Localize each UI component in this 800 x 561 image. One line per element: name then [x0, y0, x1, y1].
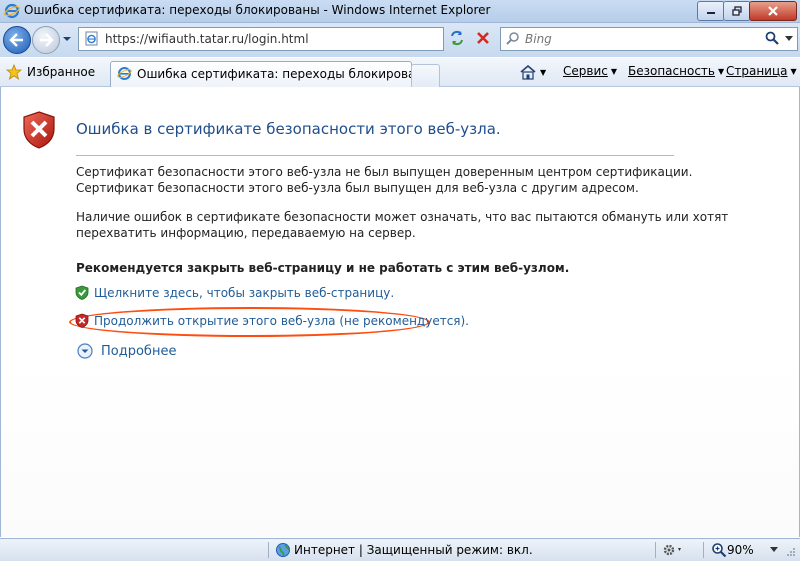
window-title: Ошибка сертификата: переходы блокированы… — [24, 3, 491, 17]
minimize-button[interactable] — [697, 1, 725, 21]
zoom-icon[interactable] — [711, 542, 727, 558]
stop-button[interactable] — [472, 27, 494, 49]
search-provider-icon — [506, 32, 519, 45]
new-tab-button[interactable] — [411, 64, 440, 87]
stop-x-icon — [477, 32, 489, 44]
refresh-button[interactable] — [446, 27, 468, 49]
internet-globe-icon — [276, 543, 290, 557]
tab-current[interactable]: Ошибка сертификата: переходы блокированы — [110, 61, 433, 87]
search-icon[interactable] — [765, 31, 779, 45]
red-shield-x-icon — [75, 313, 89, 328]
page-tab-icon — [117, 67, 132, 80]
restore-button[interactable] — [723, 1, 751, 21]
status-divider — [703, 542, 704, 558]
restore-icon — [732, 6, 742, 16]
continue-row: Продолжить открытие этого веб-узла (не р… — [75, 313, 469, 328]
service-chevron-down-icon: ▼ — [610, 66, 618, 76]
error-shield-icon — [23, 111, 55, 149]
home-chevron-down-icon: ▼ — [540, 67, 547, 77]
status-bar: Интернет | Защищенный режим: вкл. 90% — [0, 538, 800, 561]
title-bar: Ошибка сертификата: переходы блокированы… — [0, 0, 800, 23]
security-label: Безопасность — [628, 64, 715, 78]
certificate-description: Сертификат безопасности этого веб-узла н… — [76, 165, 692, 196]
page-content: Ошибка в сертификате безопасности этого … — [0, 87, 800, 537]
security-zone-text[interactable]: Интернет | Защищенный режим: вкл. — [294, 543, 533, 557]
page-icon — [85, 31, 98, 46]
more-info-link[interactable]: Подробнее — [101, 344, 176, 359]
page-chevron-down-icon: ▼ — [790, 66, 797, 76]
security-menu[interactable]: Безопасность ▼ — [628, 64, 724, 78]
tab-title: Ошибка сертификата: переходы блокированы — [137, 67, 433, 81]
security-chevron-down-icon: ▼ — [717, 66, 725, 76]
favorites-label: Избранное — [27, 65, 96, 79]
zoom-chevron-down-icon[interactable] — [770, 547, 778, 553]
back-button[interactable] — [3, 26, 31, 54]
page-menu[interactable]: Страница ▼ — [726, 64, 797, 78]
continue-link[interactable]: Продолжить открытие этого веб-узла (не р… — [94, 314, 469, 328]
address-bar[interactable]: https://wifiauth.tatar.ru/login.html — [78, 27, 517, 51]
home-button[interactable]: ▼ — [519, 64, 546, 80]
close-icon — [768, 6, 778, 16]
title-divider — [76, 155, 674, 156]
recommendation-text: Рекомендуется закрыть веб-страницу и не … — [76, 261, 570, 275]
risk-description: Наличие ошибок в сертификате безопасност… — [76, 210, 728, 241]
description-line: Сертификат безопасности этого веб-узла б… — [76, 180, 639, 195]
gear-icon[interactable] — [662, 542, 684, 558]
forward-arrow-icon — [40, 33, 54, 47]
minimize-icon — [707, 12, 715, 14]
refresh-icon — [451, 30, 463, 46]
url-input[interactable]: https://wifiauth.tatar.ru/login.html — [105, 32, 309, 46]
address-toolbar: https://wifiauth.tatar.ru/login.html — [0, 23, 800, 57]
close-window-button[interactable] — [749, 1, 797, 21]
resize-grip-icon[interactable] — [786, 547, 796, 557]
forward-button[interactable] — [32, 26, 60, 54]
more-info-row[interactable]: Подробнее — [77, 343, 176, 359]
description-line: Сертификат безопасности этого веб-узла н… — [76, 165, 693, 179]
status-divider — [268, 542, 269, 558]
expand-circle-chevron-down-icon — [77, 343, 93, 359]
ie-logo-icon — [4, 3, 20, 19]
status-divider — [655, 542, 656, 558]
service-menu[interactable]: Сервис ▼ — [563, 64, 617, 78]
favorites-command-bar: Избранное Ошибка сертификата: переходы б… — [0, 58, 800, 87]
back-arrow-icon — [9, 33, 23, 47]
favorites-button[interactable]: Избранное — [6, 62, 95, 82]
description-line: перехватить информацию, передаваемую на … — [76, 225, 416, 240]
description-line: Наличие ошибок в сертификате безопасност… — [76, 210, 729, 224]
search-input[interactable] — [523, 29, 757, 49]
recent-pages-chevron-down-icon[interactable] — [62, 34, 72, 44]
green-shield-check-icon — [75, 285, 89, 300]
search-box[interactable] — [500, 27, 798, 51]
close-page-row: Щелкните здесь, чтобы закрыть веб-страни… — [75, 285, 394, 300]
close-page-link[interactable]: Щелкните здесь, чтобы закрыть веб-страни… — [94, 286, 394, 300]
star-icon — [6, 64, 22, 80]
page-label: Страница — [726, 64, 788, 78]
zoom-level[interactable]: 90% — [727, 543, 754, 557]
service-label: Сервис — [563, 64, 608, 78]
home-icon — [520, 64, 536, 80]
search-dropdown-chevron-down-icon[interactable] — [785, 36, 793, 42]
page-title: Ошибка в сертификате безопасности этого … — [76, 120, 501, 138]
